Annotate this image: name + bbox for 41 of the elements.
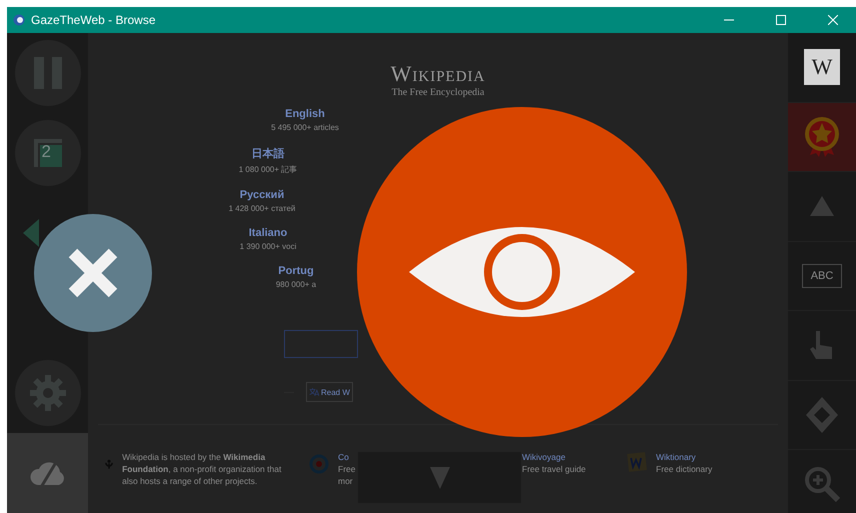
language-link[interactable]: Portug: [278, 265, 314, 277]
translate-icon: [309, 387, 319, 397]
hosting-note: Wikipedia is hosted by the Wikimedia Foundation, a non-profit organization that also hosts a range of other projects.: [122, 451, 282, 487]
search-field[interactable]: [284, 330, 358, 358]
project-link[interactable]: Co: [338, 451, 356, 463]
keyboard-key[interactable]: ABC: [802, 264, 842, 288]
wiki-logo: Wikipedia: [390, 61, 486, 87]
scroll-down-panel[interactable]: [358, 452, 521, 503]
zoom-in-icon: [802, 464, 842, 504]
close-icon: [828, 15, 838, 25]
article-count: 5 495 000+ articles: [271, 123, 339, 132]
project-link[interactable]: Wiktionary: [656, 451, 712, 463]
back-arrow-icon: [23, 219, 39, 247]
project-description: mor: [338, 475, 354, 487]
tab-count: 2: [42, 142, 51, 162]
gear-icon: [28, 373, 68, 413]
project-link[interactable]: Wikivoyage: [522, 451, 586, 463]
article-count: 1 080 000+ 記事: [238, 164, 298, 175]
toolbar-button[interactable]: 2: [14, 120, 80, 186]
language-link[interactable]: Русский: [240, 189, 284, 201]
read-button[interactable]: Read W: [306, 382, 353, 402]
app-logo-icon: [13, 14, 25, 26]
back-button[interactable]: [23, 219, 39, 247]
w-tile-icon: [626, 451, 648, 473]
article-count: 1 428 000+ статей: [228, 204, 296, 213]
language-link[interactable]: 日本語: [252, 146, 284, 161]
article-count: 980 000+ a: [276, 280, 316, 289]
article-count: 1 390 000+ voci: [240, 242, 296, 251]
window-title: GazeTheWeb - Browse: [31, 13, 156, 27]
maximize-icon: [776, 15, 786, 25]
language-link[interactable]: English: [285, 108, 325, 120]
tagline: The Free Encyclopedia: [392, 87, 484, 98]
toolbar-cell[interactable]: W: [788, 33, 856, 102]
triangle-down-icon: [430, 466, 450, 488]
wiki-tile[interactable]: W: [804, 49, 840, 86]
toolbar-cell[interactable]: ABC: [788, 242, 856, 311]
project-description: Free travel guide: [522, 463, 586, 475]
language-link[interactable]: Italiano: [248, 227, 288, 239]
toolbar-cell-active[interactable]: [788, 102, 856, 172]
project-description: Free: [338, 463, 356, 475]
project-description: Free dictionary: [656, 463, 712, 475]
